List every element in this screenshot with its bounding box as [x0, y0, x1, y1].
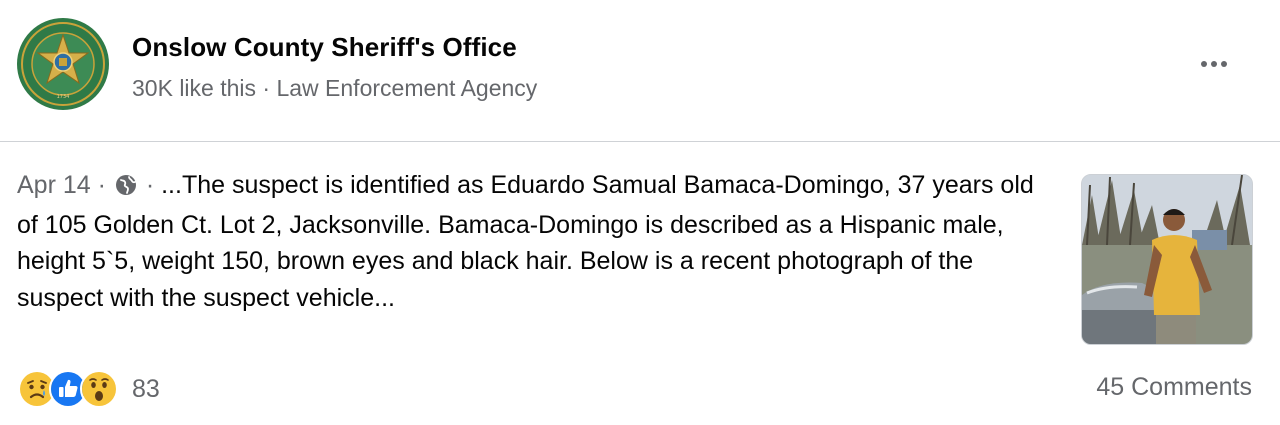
like-count[interactable]: 30K like this [132, 75, 256, 101]
more-dot-icon [1221, 61, 1227, 67]
wow-reaction-icon [80, 370, 118, 408]
comments-count-link[interactable]: 45 Comments [1096, 373, 1252, 402]
privacy-separator: · [138, 171, 162, 199]
meta-separator: · [256, 75, 277, 101]
sheriff-badge-logo: 1734 [17, 18, 109, 110]
page-category: Law Enforcement Agency [276, 75, 538, 101]
reactions-summary[interactable]: 83 [18, 370, 160, 408]
more-options-button[interactable] [1194, 52, 1234, 76]
post-body[interactable]: Apr 14 · · ...The suspect is identified … [17, 167, 1047, 316]
page-avatar[interactable]: 1734 [16, 17, 110, 111]
post-date[interactable]: Apr 14 [17, 171, 91, 199]
more-dot-icon [1211, 61, 1217, 67]
reaction-count: 83 [132, 374, 160, 403]
more-dot-icon [1201, 61, 1207, 67]
post-photo-thumbnail[interactable] [1081, 174, 1253, 345]
post-text: ...The suspect is identified as Eduardo … [17, 171, 1034, 312]
suspect-photo [1082, 175, 1252, 344]
svg-text:1734: 1734 [57, 94, 70, 100]
page-name[interactable]: Onslow County Sheriff's Office [132, 32, 517, 63]
page-meta: 30K like this · Law Enforcement Agency [132, 75, 537, 102]
post-header: 1734 Onslow County Sheriff's Office 30K … [0, 0, 1280, 142]
globe-icon [115, 170, 137, 207]
date-separator: · [90, 171, 113, 199]
header-divider [0, 141, 1280, 142]
